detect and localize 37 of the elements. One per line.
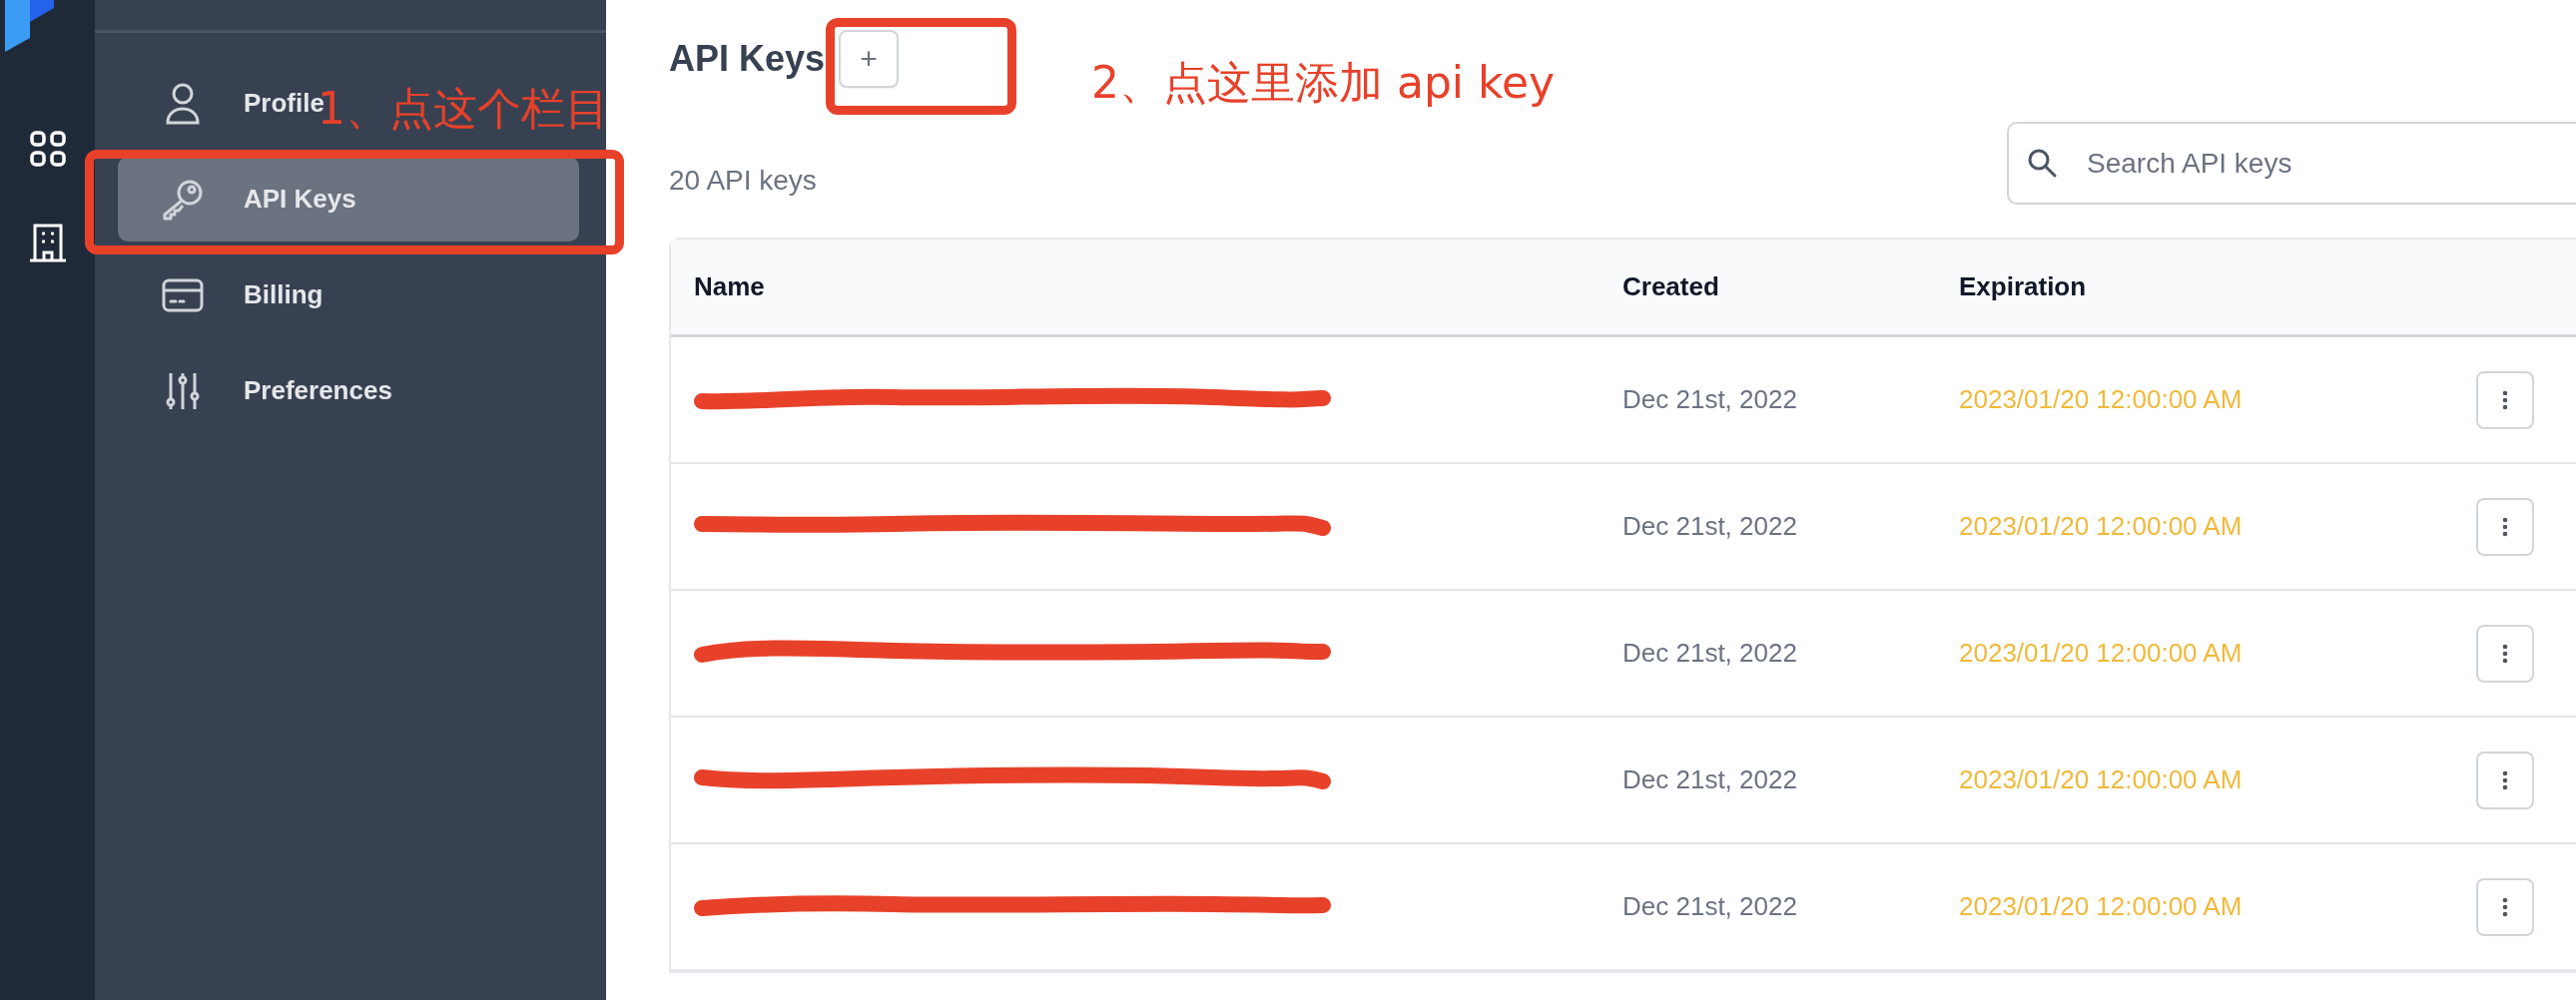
annotation-text: 2、点这里添加 api key (1091, 56, 1556, 110)
search-field[interactable]: Search API keys (2007, 122, 2576, 205)
more-icon (2502, 896, 2508, 917)
row-menu-button[interactable] (2476, 877, 2534, 936)
created-date: Dec 21st, 2022 (1622, 638, 1798, 669)
row-menu-button[interactable] (2476, 497, 2534, 556)
row-menu-button[interactable] (2476, 624, 2534, 683)
page-title: API Keys (669, 38, 826, 80)
created-date: Dec 21st, 2022 (1622, 511, 1798, 542)
sidebar-item[interactable]: Billing (155, 252, 323, 337)
expiration-date: 2023/01/20 12:00:00 AM (1959, 384, 2244, 415)
column-header: Created (1622, 271, 1720, 302)
expiration-date: 2023/01/20 12:00:00 AM (1959, 891, 2244, 922)
more-icon (2502, 643, 2508, 664)
row-menu-button[interactable] (2476, 370, 2534, 429)
more-icon (2502, 769, 2508, 790)
building-icon[interactable] (27, 223, 68, 262)
sidebar-item[interactable]: Preferences (155, 348, 392, 433)
created-date: Dec 21st, 2022 (1622, 891, 1798, 922)
row-menu-button[interactable] (2476, 750, 2534, 809)
card-icon (162, 277, 204, 312)
more-icon (2502, 516, 2508, 537)
expiration-date: 2023/01/20 12:00:00 AM (1959, 638, 2244, 669)
search-icon (2027, 148, 2057, 178)
column-header: Expiration (1959, 271, 2088, 302)
created-date: Dec 21st, 2022 (1622, 764, 1798, 795)
key-icon (162, 178, 204, 221)
sidebar-item[interactable]: API Keys (118, 157, 579, 242)
created-date: Dec 21st, 2022 (1622, 384, 1798, 415)
expiration-date: 2023/01/20 12:00:00 AM (1959, 764, 2244, 795)
column-header: Name (694, 271, 766, 302)
add-key-button[interactable]: + (839, 30, 900, 88)
expiration-date: 2023/01/20 12:00:00 AM (1959, 511, 2244, 542)
more-icon (2502, 389, 2508, 410)
apps-grid-icon[interactable] (28, 130, 67, 168)
key-count: 20 API keys (669, 165, 817, 198)
sliders-icon (164, 370, 202, 411)
